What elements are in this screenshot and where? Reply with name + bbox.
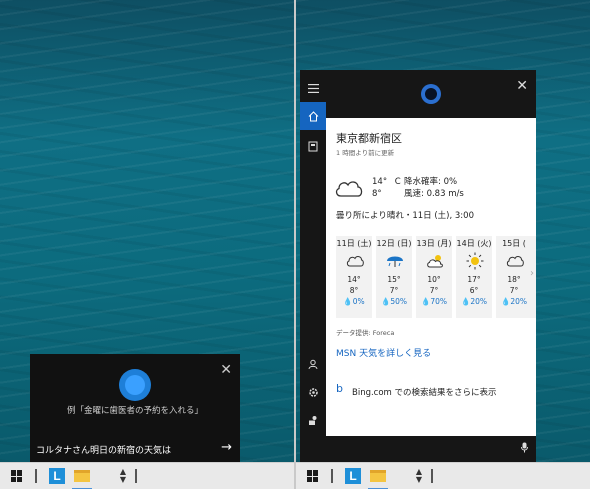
forecast-day-label: 12日 (日) [376, 239, 412, 248]
cortana-mini-panel: ✕ 例「金曜に歯医者の予約を入れる」 コルタナさん明日の新宿の天気は → [30, 354, 240, 462]
forecast-day-label: 13日 (月) [416, 239, 452, 248]
taskbar-app-l[interactable]: L [48, 467, 66, 485]
current-temp: 14° [372, 177, 388, 187]
bing-results-link[interactable]: Bing.com での検索結果をさらに表示 [352, 386, 497, 398]
right-desktop: ✕ 東京都新宿区 1 時間より前に更新 14° C 8° 降水確率: 0% 風速… [296, 0, 590, 489]
forecast-day-label: 14日 (火) [456, 239, 492, 248]
windows-logo-icon [11, 470, 23, 482]
microphone-icon[interactable] [521, 442, 528, 456]
home-icon[interactable] [300, 102, 326, 130]
l-app-icon: L [49, 468, 65, 484]
forecast-day-label: 15日 ( [502, 239, 526, 248]
left-desktop: ✕ 例「金曜に歯医者の予約を入れる」 コルタナさん明日の新宿の天気は → L ▲… [0, 0, 294, 489]
hamburger-menu-icon[interactable] [300, 74, 326, 102]
forecast-low: 7° [509, 286, 519, 295]
chevron-right-icon[interactable]: › [530, 268, 534, 279]
folder-icon [370, 470, 386, 482]
sun-cloud-icon [427, 255, 443, 268]
notebook-icon[interactable] [300, 132, 326, 160]
feedback-icon[interactable] [300, 406, 326, 434]
taskbar-divider [134, 467, 138, 485]
forecast-low: 8° [349, 286, 359, 295]
forecast-precip: 💧20% [460, 297, 487, 306]
msn-weather-link[interactable]: MSN 天気を詳しく見る [336, 346, 431, 359]
settings-gear-icon[interactable] [300, 378, 326, 406]
taskbar-divider [330, 467, 334, 485]
taskbar-updown[interactable]: ▲ ▼ [414, 467, 424, 485]
sun-icon [466, 252, 484, 270]
forecast-high: 14° [347, 275, 361, 284]
taskbar: L ▲ ▼ [0, 462, 294, 489]
cortana-search-bar[interactable] [326, 436, 536, 462]
start-button[interactable] [306, 467, 320, 485]
cloud-icon [506, 256, 524, 267]
current-low: 8° [372, 189, 382, 199]
forecast-low: 7° [429, 286, 439, 295]
forecast-low: 7° [389, 286, 399, 295]
taskbar-divider [34, 467, 38, 485]
taskbar: L ▲ ▼ [296, 462, 590, 489]
cortana-panel: ✕ 東京都新宿区 1 時間より前に更新 14° C 8° 降水確率: 0% 風速… [300, 70, 536, 462]
data-provider-text: データ提供: Foreca [336, 329, 395, 337]
taskbar-file-explorer[interactable] [72, 467, 92, 485]
taskbar-app-l[interactable]: L [344, 467, 362, 485]
current-temps: 14° C 8° [372, 176, 401, 200]
forecast-strip[interactable]: 11日 (土) 14° 8° 💧0% 12日 (日) 15° 7° 💧50% 1… [336, 236, 536, 318]
windows-logo-icon [307, 470, 319, 482]
forecast-precip: 💧50% [380, 297, 407, 306]
forecast-day[interactable]: 11日 (土) 14° 8° 💧0% [336, 236, 372, 318]
send-arrow-icon[interactable]: → [221, 440, 232, 455]
weather-summary: 曇り所により晴れ・11日 (土), 3:00 [336, 211, 474, 221]
updown-icon: ▲ ▼ [415, 467, 423, 484]
taskbar-file-explorer[interactable] [368, 467, 388, 485]
forecast-day-label: 11日 (土) [336, 239, 372, 248]
weather-card: 東京都新宿区 1 時間より前に更新 14° C 8° 降水確率: 0% 風速: … [326, 118, 536, 436]
close-icon[interactable]: ✕ [516, 78, 528, 94]
bing-logo-icon: b [336, 382, 343, 395]
updown-icon: ▲ ▼ [119, 467, 127, 484]
start-button[interactable] [10, 467, 24, 485]
current-details: 降水確率: 0% 風速: 0.83 m/s [404, 176, 464, 200]
cloud-icon [346, 256, 364, 267]
cortana-side-rail [300, 70, 326, 462]
wind-speed: 風速: 0.83 m/s [404, 189, 464, 199]
precip-chance: 降水確率: 0% [404, 177, 458, 187]
forecast-day[interactable]: 13日 (月) 10° 7° 💧70% [416, 236, 452, 318]
forecast-precip: 💧0% [343, 297, 365, 306]
location-title: 東京都新宿区 [336, 132, 402, 145]
forecast-high: 17° [467, 275, 481, 284]
forecast-precip: 💧70% [420, 297, 447, 306]
forecast-high: 10° [427, 275, 441, 284]
forecast-day[interactable]: 12日 (日) 15° 7° 💧50% [376, 236, 412, 318]
taskbar-updown[interactable]: ▲ ▼ [118, 467, 128, 485]
forecast-precip: 💧20% [500, 297, 527, 306]
forecast-day[interactable]: 14日 (火) 17° 6° 💧20% [456, 236, 492, 318]
umbrella-rain-icon [387, 256, 403, 267]
cortana-header: ✕ [326, 70, 536, 118]
folder-icon [74, 470, 90, 482]
forecast-high: 18° [507, 275, 521, 284]
forecast-high: 15° [387, 275, 401, 284]
cortana-orb-icon [119, 369, 151, 401]
account-icon[interactable] [300, 350, 326, 378]
cortana-query-text[interactable]: コルタナさん明日の新宿の天気は [36, 443, 171, 456]
forecast-low: 6° [469, 286, 479, 295]
temp-unit: C [394, 177, 401, 187]
cortana-ring-icon [421, 84, 441, 104]
l-app-icon: L [345, 468, 361, 484]
close-icon[interactable]: ✕ [220, 362, 232, 378]
cortana-hint-text: 例「金曜に歯医者の予約を入れる」 [66, 406, 203, 416]
updated-text: 1 時間より前に更新 [336, 149, 395, 157]
taskbar-divider [430, 467, 434, 485]
cloud-icon [335, 181, 363, 197]
